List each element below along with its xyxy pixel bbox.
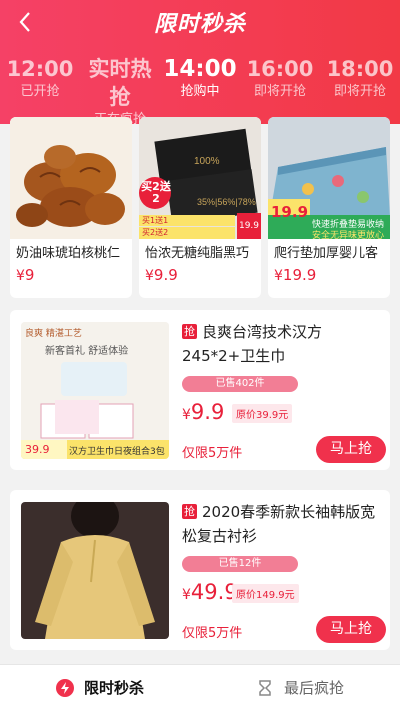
buy-now-button[interactable]: 马上抢 <box>316 436 386 463</box>
promo-line-1: 买1送1 <box>142 216 169 225</box>
original-price: 原价39.9元 <box>232 404 293 423</box>
tab-status: 抢购中 <box>180 84 220 99</box>
flash-sale-item[interactable]: 良爽 精湛工艺 新客首礼 舒适体验 39.9 汉方卫生巾日夜组合3包 抢 良爽台… <box>10 310 390 470</box>
image-mid-text: 新客首礼 舒适体验 <box>45 346 129 357</box>
bottom-nav: 限时秒杀 最后疯抢 <box>0 664 400 710</box>
sanitary-pad-image: 良爽 精湛工艺 新客首礼 舒适体验 39.9 汉方卫生巾日夜组合3包 <box>21 322 169 459</box>
tab-1400[interactable]: 14:00 抢购中 <box>160 55 240 105</box>
item-name: 良爽台湾技术汉方245*2+卫生巾 <box>182 323 323 365</box>
promo-line-2: 买2送2 <box>142 228 169 237</box>
blouse-image <box>21 502 169 639</box>
item-name: 2020春季新款长袖韩版宽松复古衬衫 <box>182 503 376 545</box>
lightning-icon <box>55 678 74 697</box>
promo-badge: 买2送2 <box>141 180 171 205</box>
time-tabs: 12:00 已开抢 实时热抢 正在疯抢 14:00 抢购中 16:00 即将开抢… <box>0 55 400 127</box>
buy-now-button[interactable]: 马上抢 <box>316 616 386 643</box>
sold-count-badge: 已售402件 <box>182 376 298 392</box>
stock-limit: 仅限5万件 <box>182 626 243 641</box>
image-desc: 汉方卫生巾日夜组合3包 <box>69 447 165 457</box>
flash-sale-item[interactable]: 抢 2020春季新款长袖韩版宽松复古衬衫 已售12件 ¥49.9 原价149.9… <box>10 490 390 650</box>
original-price: 原价149.9元 <box>232 584 299 603</box>
chocolate-image: 100% 35%|56%|78% 买2送2 买1送1 买2送2 19.9 <box>139 117 261 239</box>
stock-limit: 仅限5万件 <box>182 446 243 461</box>
tab-time: 14:00 <box>163 56 237 82</box>
tab-1800[interactable]: 18:00 即将开抢 <box>320 55 400 105</box>
card-price: ¥19.9 <box>274 266 317 284</box>
card-price: ¥9 <box>16 266 35 284</box>
sold-count-badge: 已售12件 <box>182 556 298 572</box>
tab-status: 已开抢 <box>20 84 60 99</box>
nav-last-chance[interactable]: 最后疯抢 <box>200 665 400 710</box>
image-banner-2: 安全无异味更放心 <box>312 231 385 239</box>
card-name: 奶油味琥珀核桃仁 <box>16 246 121 261</box>
current-price: ¥9.9 <box>182 400 225 424</box>
tab-hot[interactable]: 实时热抢 正在疯抢 <box>80 55 160 127</box>
tab-time: 18:00 <box>326 57 394 81</box>
tab-1600[interactable]: 16:00 即将开抢 <box>240 55 320 105</box>
svg-text:100%: 100% <box>194 156 220 167</box>
tab-time: 16:00 <box>246 57 314 81</box>
image-price: 19.9 <box>271 203 309 221</box>
featured-cards: 奶油味琥珀核桃仁 ¥9 100% 35%|56%|78% 买2送2 买1送1 买… <box>10 117 390 298</box>
current-price: ¥49.9 <box>182 580 238 604</box>
tab-time: 实时热抢 <box>88 57 152 109</box>
image-price: 39.9 <box>25 443 50 456</box>
tab-status: 即将开抢 <box>253 84 306 99</box>
hourglass-icon <box>259 679 271 696</box>
tab-time: 12:00 <box>6 57 74 81</box>
page-title: 限时秒杀 <box>153 12 246 37</box>
card-name: 怡浓无糖纯脂黑巧 <box>145 246 250 261</box>
image-top-text: 良爽 精湛工艺 <box>25 329 82 339</box>
product-card[interactable]: 19.9 快速折叠垫易收纳 安全无异味更放心 爬行垫加厚婴儿客 ¥19.9 <box>268 117 390 298</box>
product-card[interactable]: 100% 35%|56%|78% 买2送2 买1送1 买2送2 19.9 怡浓无… <box>139 117 261 298</box>
nav-label: 最后疯抢 <box>283 679 344 697</box>
nav-label: 限时秒杀 <box>83 679 144 697</box>
product-card[interactable]: 奶油味琥珀核桃仁 ¥9 <box>10 117 132 298</box>
walnut-image <box>10 117 132 239</box>
tab-1200[interactable]: 12:00 已开抢 <box>0 55 80 105</box>
svg-text:35%|56%|78%: 35%|56%|78% <box>197 197 256 207</box>
tab-status: 即将开抢 <box>333 84 386 99</box>
playmat-image: 19.9 快速折叠垫易收纳 安全无异味更放心 <box>268 117 390 239</box>
nav-flash-sale[interactable]: 限时秒杀 <box>0 665 200 710</box>
card-name: 爬行垫加厚婴儿客 <box>274 246 379 261</box>
image-price: 19.9 <box>238 221 260 231</box>
card-price: ¥9.9 <box>145 266 178 284</box>
